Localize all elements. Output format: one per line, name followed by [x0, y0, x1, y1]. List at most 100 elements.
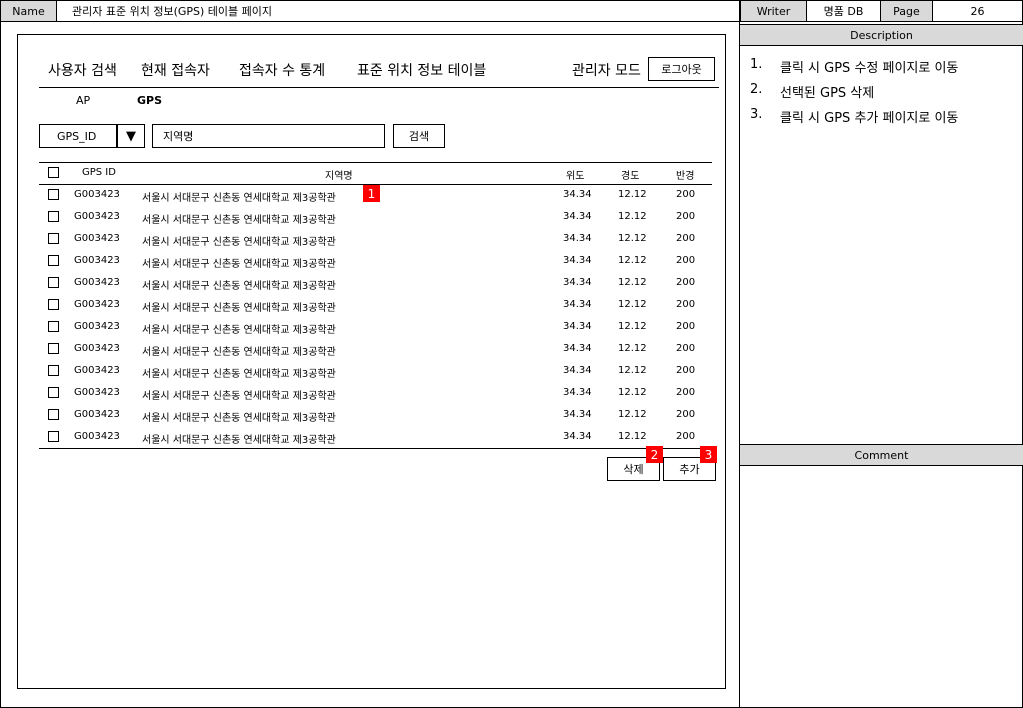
region-cell[interactable]: 서울시 서대문구 신촌동 연세대학교 제3공학관	[142, 277, 336, 292]
subtab-ap[interactable]: AP	[76, 94, 90, 107]
nav-divider	[39, 87, 719, 88]
logout-button[interactable]: 로그아웃	[648, 57, 715, 81]
page-label: Page	[880, 0, 932, 22]
table-row[interactable]: G003423 서울시 서대문구 신촌동 연세대학교 제3공학관 34.34 12.1…	[39, 273, 712, 295]
table-row[interactable]: G003423 서울시 서대문구 신촌동 연세대학교 제3공학관 34.34 12.1…	[39, 317, 712, 339]
page-name: 관리자 표준 위치 정보(GPS) 테이블 페이지	[56, 0, 740, 22]
gps-id-cell: G003423	[74, 255, 120, 266]
row-checkbox[interactable]	[48, 277, 59, 288]
table-row[interactable]: G003423 서울시 서대문구 신촌동 연세대학교 제3공학관 34.34 12.1…	[39, 361, 712, 383]
table-row[interactable]: G003423 서울시 서대문구 신촌동 연세대학교 제3공학관 34.34 12.1…	[39, 427, 712, 449]
radius-cell: 200	[676, 277, 696, 288]
column-header-radius: 반경	[676, 171, 695, 182]
region-cell[interactable]: 서울시 서대문구 신촌동 연세대학교 제3공학관	[142, 233, 336, 248]
description-num: 3.	[750, 107, 763, 122]
region-cell[interactable]: 서울시 서대문구 신촌동 연세대학교 제3공학관	[142, 343, 336, 358]
row-checkbox[interactable]	[48, 189, 59, 200]
row-checkbox[interactable]	[48, 321, 59, 332]
radius-cell: 200	[676, 343, 696, 354]
gps-id-cell: G003423	[74, 277, 120, 288]
latitude-cell: 34.34	[563, 365, 592, 376]
table-row[interactable]: G003423 서울시 서대문구 신촌동 연세대학교 제3공학관 34.34 12.1…	[39, 339, 712, 361]
description-num: 2.	[750, 82, 763, 97]
row-checkbox[interactable]	[48, 233, 59, 244]
latitude-cell: 34.34	[563, 233, 592, 244]
subtab-gps[interactable]: GPS	[137, 94, 162, 107]
column-header-latitude: 위도	[566, 171, 585, 182]
row-checkbox[interactable]	[48, 431, 59, 442]
row-checkbox[interactable]	[48, 255, 59, 266]
description-item-2: 2. 선택된 GPS 삭제	[750, 82, 874, 101]
gps-id-cell: G003423	[74, 365, 120, 376]
radius-cell: 200	[676, 233, 696, 244]
table-row[interactable]: G003423 서울시 서대문구 신촌동 연세대학교 제3공학관 34.34 12.1…	[39, 405, 712, 427]
description-title: Description	[740, 24, 1023, 46]
region-cell[interactable]: 서울시 서대문구 신촌동 연세대학교 제3공학관	[142, 409, 336, 424]
triangle-down-icon[interactable]: ▼	[117, 124, 145, 148]
gps-id-cell: G003423	[74, 233, 120, 244]
nav-current-users[interactable]: 현재 접속자	[141, 60, 210, 80]
region-cell[interactable]: 서울시 서대문구 신촌동 연세대학교 제3공학관	[142, 321, 336, 336]
gps-id-cell: G003423	[74, 387, 120, 398]
region-cell[interactable]: 서울시 서대문구 신촌동 연세대학교 제3공학관	[142, 299, 336, 314]
description-item-1: 1. 클릭 시 GPS 수정 페이지로 이동	[750, 57, 958, 76]
row-checkbox[interactable]	[48, 409, 59, 420]
longitude-cell: 12.12	[618, 365, 647, 376]
latitude-cell: 34.34	[563, 189, 592, 200]
gps-id-cell: G003423	[74, 321, 120, 332]
name-label: Name	[0, 0, 56, 22]
writer-label: Writer	[740, 0, 806, 22]
search-input[interactable]: 지역명	[152, 124, 385, 148]
radius-cell: 200	[676, 321, 696, 332]
radius-cell: 200	[676, 387, 696, 398]
row-checkbox[interactable]	[48, 211, 59, 222]
annotation-marker-3: 3	[700, 446, 717, 463]
gps-id-cell: G003423	[74, 409, 120, 420]
longitude-cell: 12.12	[618, 387, 647, 398]
nav-user-stats[interactable]: 접속자 수 통계	[239, 60, 325, 80]
gps-id-cell: G003423	[74, 211, 120, 222]
nav-standard-location-table[interactable]: 표준 위치 정보 테이블	[357, 60, 486, 80]
longitude-cell: 12.12	[618, 343, 647, 354]
table-row[interactable]: G003423 서울시 서대문구 신촌동 연세대학교 제3공학관 34.34 12.1…	[39, 229, 712, 251]
gps-id-cell: G003423	[74, 189, 120, 200]
region-cell[interactable]: 서울시 서대문구 신촌동 연세대학교 제3공학관	[142, 189, 336, 204]
latitude-cell: 34.34	[563, 431, 592, 442]
radius-cell: 200	[676, 189, 696, 200]
latitude-cell: 34.34	[563, 277, 592, 288]
region-cell[interactable]: 서울시 서대문구 신촌동 연세대학교 제3공학관	[142, 365, 336, 380]
table-row[interactable]: G003423 서울시 서대문구 신촌동 연세대학교 제3공학관 34.34 12.1…	[39, 383, 712, 405]
column-header-longitude: 경도	[621, 171, 640, 182]
table-row[interactable]: G003423 서울시 서대문구 신촌동 연세대학교 제3공학관 34.34 12.1…	[39, 295, 712, 317]
longitude-cell: 12.12	[618, 189, 647, 200]
region-cell[interactable]: 서울시 서대문구 신촌동 연세대학교 제3공학관	[142, 211, 336, 226]
latitude-cell: 34.34	[563, 321, 592, 332]
table-top-rule	[39, 162, 712, 163]
longitude-cell: 12.12	[618, 277, 647, 288]
row-checkbox[interactable]	[48, 365, 59, 376]
table-row[interactable]: G003423 서울시 서대문구 신촌동 연세대학교 제3공학관 34.34 12.1…	[39, 207, 712, 229]
description-num: 1.	[750, 57, 763, 72]
admin-mode-label: 관리자 모드	[572, 63, 641, 79]
latitude-cell: 34.34	[563, 409, 592, 420]
region-cell[interactable]: 서울시 서대문구 신촌동 연세대학교 제3공학관	[142, 255, 336, 270]
select-all-checkbox[interactable]	[48, 167, 59, 178]
column-header-gps-id: GPS ID	[82, 167, 116, 178]
search-field-select[interactable]: GPS_ID	[39, 124, 117, 148]
table-row[interactable]: G003423 서울시 서대문구 신촌동 연세대학교 제3공학관 34.34 12.1…	[39, 251, 712, 273]
region-cell[interactable]: 서울시 서대문구 신촌동 연세대학교 제3공학관	[142, 431, 336, 446]
latitude-cell: 34.34	[563, 343, 592, 354]
gps-id-cell: G003423	[74, 431, 120, 442]
latitude-cell: 34.34	[563, 299, 592, 310]
panel-divider	[739, 0, 740, 708]
longitude-cell: 12.12	[618, 409, 647, 420]
gps-id-cell: G003423	[74, 343, 120, 354]
search-button[interactable]: 검색	[393, 124, 445, 148]
row-checkbox[interactable]	[48, 343, 59, 354]
radius-cell: 200	[676, 409, 696, 420]
nav-user-search[interactable]: 사용자 검색	[48, 60, 117, 80]
latitude-cell: 34.34	[563, 387, 592, 398]
row-checkbox[interactable]	[48, 387, 59, 398]
region-cell[interactable]: 서울시 서대문구 신촌동 연세대학교 제3공학관	[142, 387, 336, 402]
row-checkbox[interactable]	[48, 299, 59, 310]
